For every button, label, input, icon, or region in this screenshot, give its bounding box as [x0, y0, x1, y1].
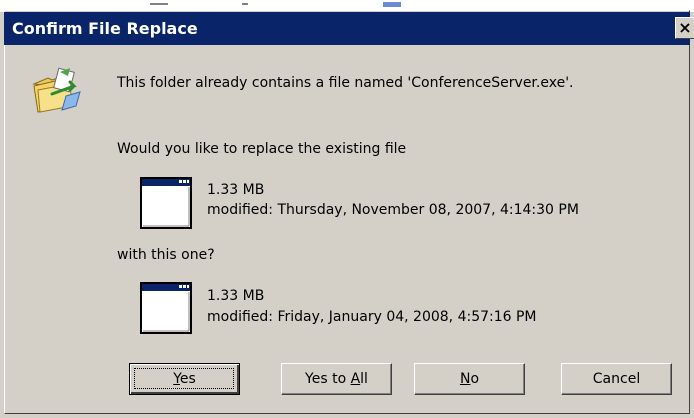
with-this-one-label: with this one?	[117, 247, 215, 263]
dialog-title: Confirm File Replace	[12, 19, 198, 38]
existing-file-modified: modified: Thursday, November 08, 2007, 4…	[207, 202, 579, 218]
no-accelerator: N	[459, 371, 471, 387]
dialog-titlebar[interactable]: Confirm File Replace	[4, 12, 690, 45]
cancel-button[interactable]: Cancel	[561, 363, 672, 395]
background-fragment	[150, 3, 168, 5]
background-fragment	[242, 3, 248, 5]
no-button[interactable]: No	[414, 363, 525, 395]
replace-question: Would you like to replace the existing f…	[117, 141, 407, 157]
folder-replace-icon	[32, 67, 81, 113]
yes-to-all-accelerator: A	[350, 371, 361, 387]
yes-to-all-button[interactable]: Yes to All	[281, 363, 392, 395]
focus-rectangle	[134, 368, 234, 389]
yes-button[interactable]: Yes	[129, 363, 240, 395]
existing-file-size: 1.33 MB	[207, 182, 265, 198]
application-window-icon	[140, 282, 192, 334]
application-window-icon	[140, 177, 192, 229]
cancel-label: Cancel	[592, 371, 641, 387]
background-fragment	[383, 2, 401, 7]
new-file-modified: modified: Friday, January 04, 2008, 4:57…	[207, 309, 537, 325]
close-button[interactable]: ×	[675, 17, 694, 39]
close-icon: ×	[678, 18, 692, 37]
yes-to-all-label-pre: Yes to	[305, 371, 351, 387]
no-label-rest: o	[470, 371, 480, 387]
new-file-size: 1.33 MB	[207, 288, 265, 304]
intro-message: This folder already contains a file name…	[117, 75, 574, 91]
yes-to-all-label-rest: ll	[360, 371, 368, 387]
